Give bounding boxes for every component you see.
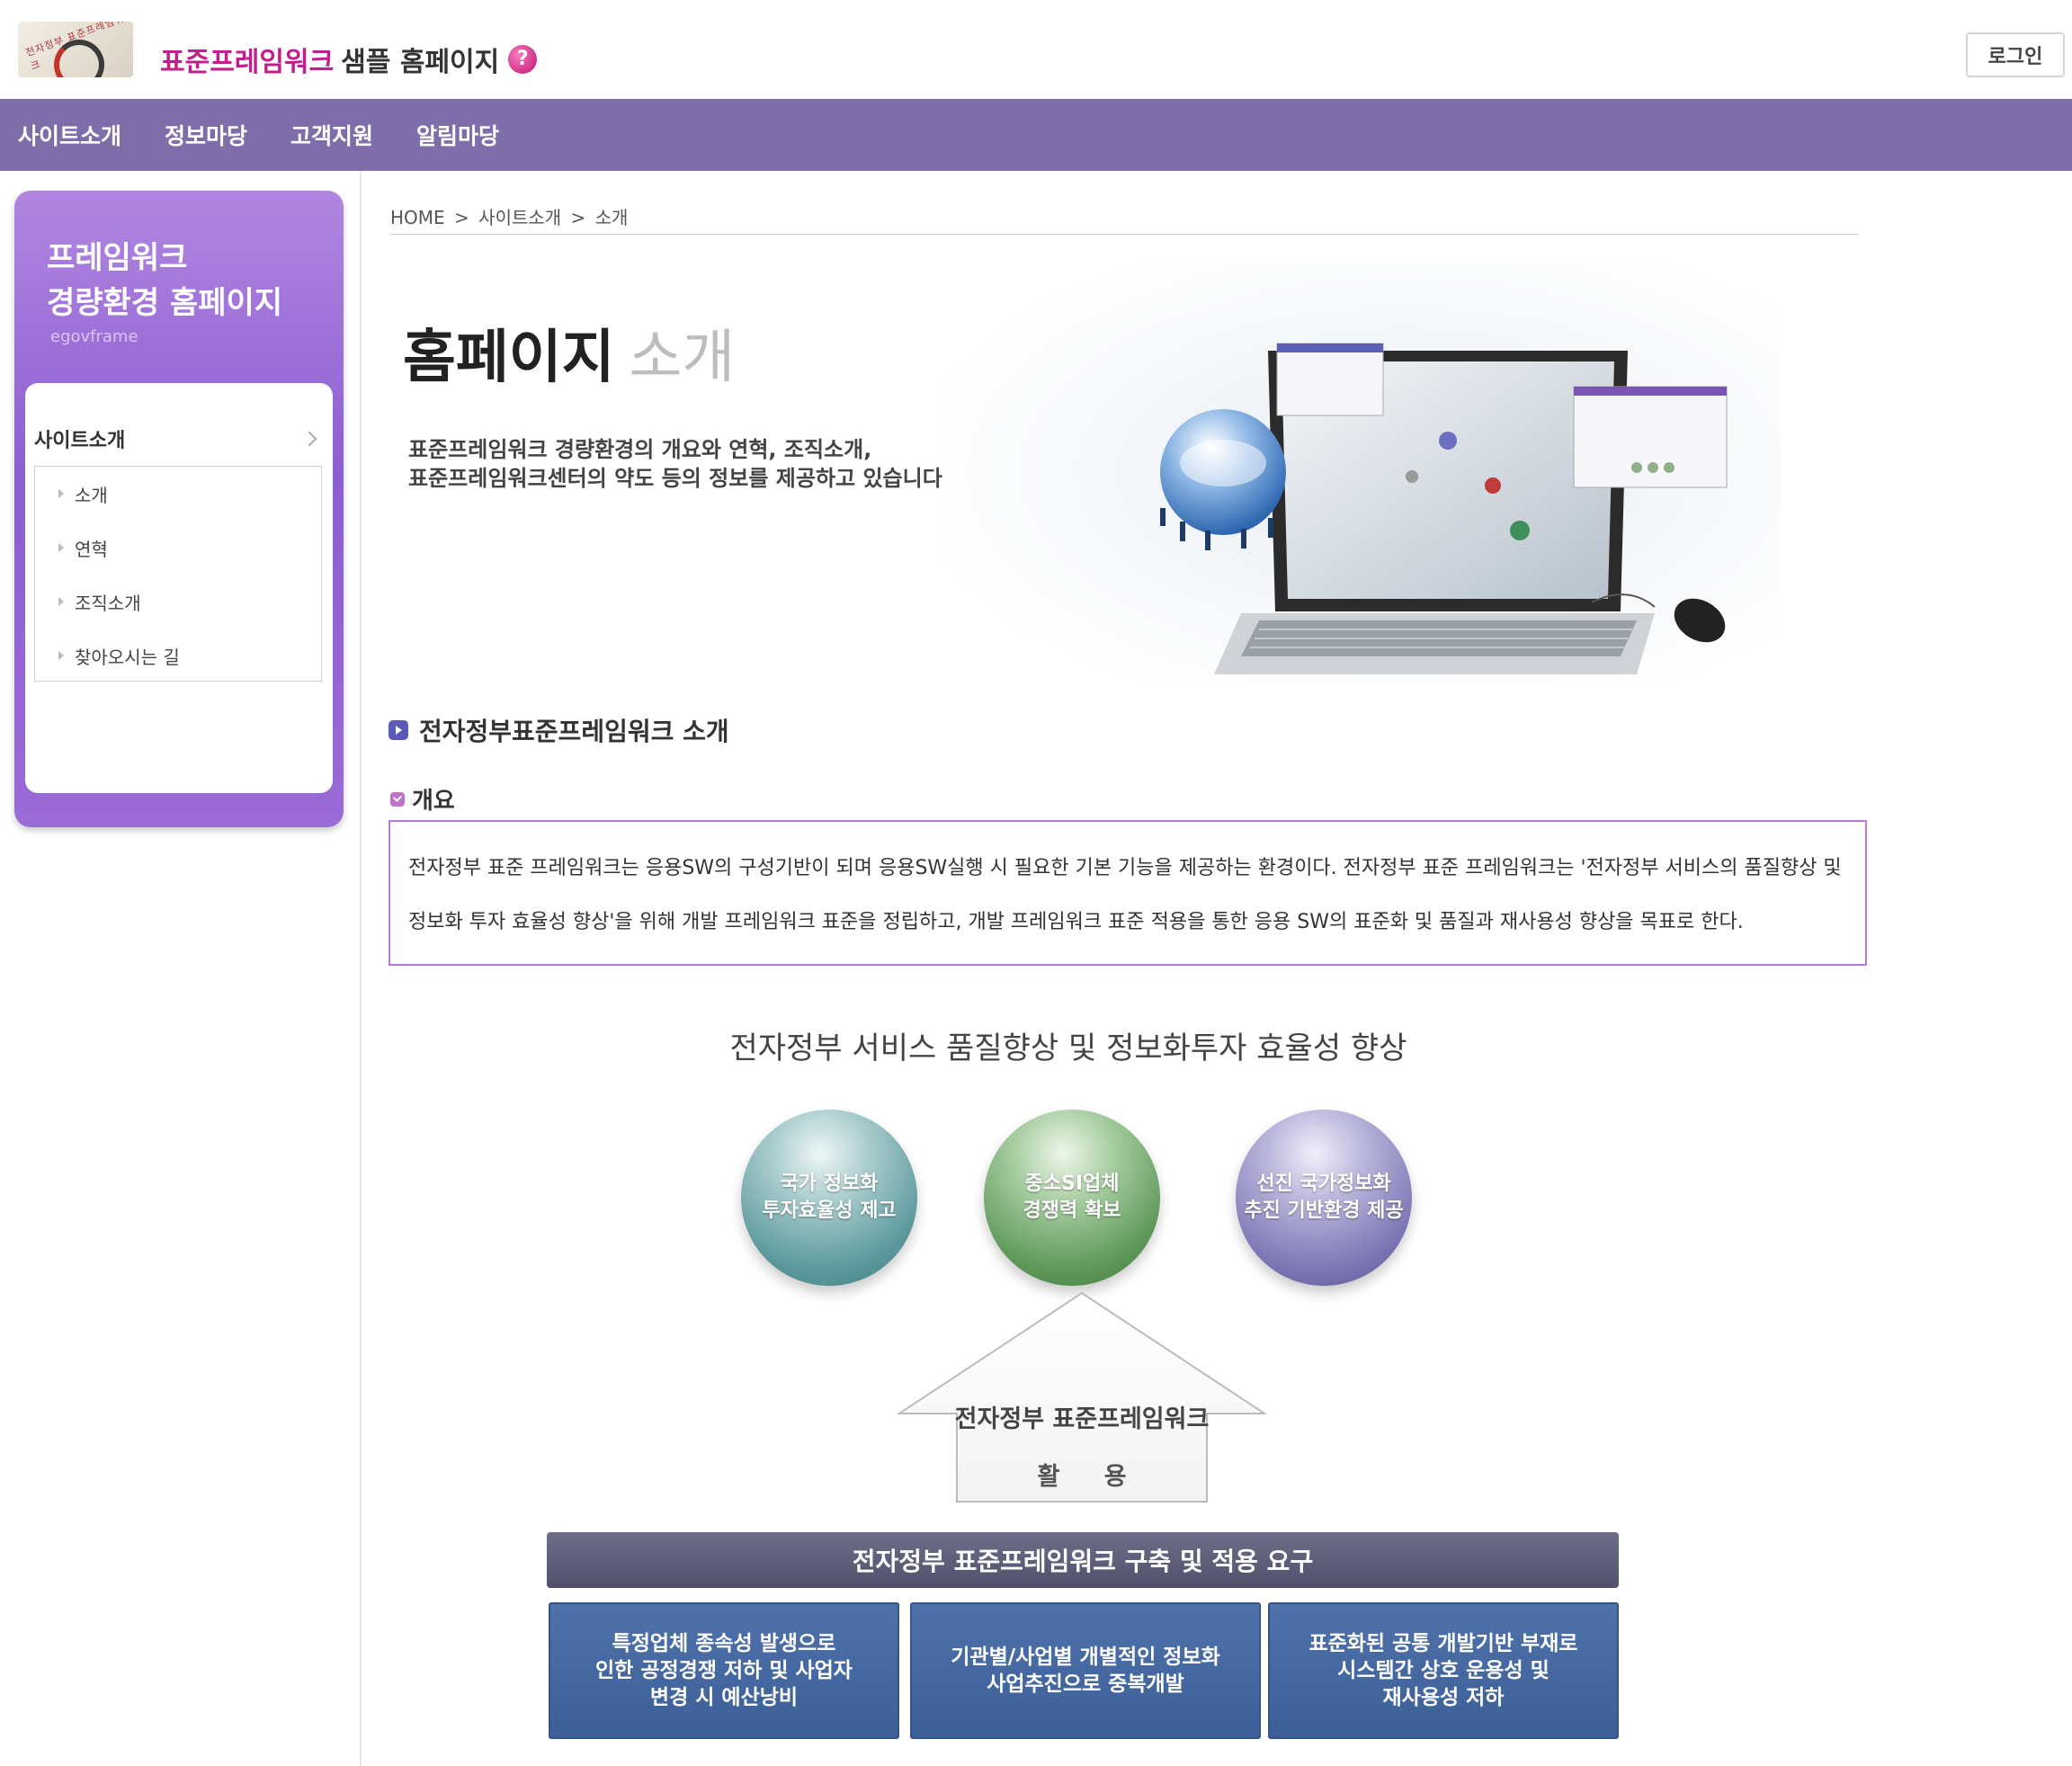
breadcrumb-home[interactable]: HOME xyxy=(390,207,445,228)
sidebar-menu-panel: 사이트소개 소개 연혁 조직소개 찾아오시는 길 xyxy=(25,383,333,793)
chevron-right-icon xyxy=(301,431,317,447)
bullet-icon xyxy=(58,597,64,606)
box-line: 시스템간 상호 운용성 및 xyxy=(1337,1659,1550,1682)
hero-laptop-illustration xyxy=(944,261,1781,683)
sphere-line: 선진 국가정보화 xyxy=(1256,1173,1391,1195)
nav-item-support[interactable]: 고객지원 xyxy=(290,119,373,151)
breadcrumb-current: 소개 xyxy=(594,207,629,228)
sidebar-item-intro[interactable]: 소개 xyxy=(35,467,321,521)
overview-title-text: 개요 xyxy=(412,788,455,815)
arrow-label-framework: 전자정부 표준프레임워크 xyxy=(954,1405,1210,1433)
sidebar-item-label: 조직소개 xyxy=(75,592,141,614)
sphere-line: 추진 기반환경 제공 xyxy=(1244,1200,1404,1222)
sidebar-item-label: 연혁 xyxy=(75,538,108,560)
nav-item-site-intro[interactable]: 사이트소개 xyxy=(18,119,121,151)
breadcrumb-separator: > xyxy=(570,207,586,228)
checkbox-icon xyxy=(390,791,405,807)
play-icon xyxy=(388,720,408,740)
sphere-line: 중소SI업체 xyxy=(1024,1173,1120,1195)
sidebar-submenu: 소개 연혁 조직소개 찾아오시는 길 xyxy=(34,466,322,682)
box-line: 기관별/사업별 개별적인 정보화 xyxy=(951,1646,1220,1669)
box-line: 변경 시 예산낭비 xyxy=(649,1686,799,1709)
bullet-icon xyxy=(58,489,64,498)
sidebar-item-organization[interactable]: 조직소개 xyxy=(35,575,321,629)
section-title-text: 전자정부표준프레임워크 소개 xyxy=(419,717,729,746)
problem-box-interoperability: 표준화된 공통 개발기반 부재로시스템간 상호 운용성 및재사용성 저하 xyxy=(1268,1602,1619,1739)
problem-box-vendor-lock: 특정업체 종속성 발생으로인한 공정경쟁 저하 및 사업자변경 시 예산낭비 xyxy=(549,1602,899,1739)
sidebar-item-label: 소개 xyxy=(75,484,108,506)
overview-text: 전자정부 표준 프레임워크는 응용SW의 구성기반이 되며 응용SW실행 시 필… xyxy=(408,857,1842,933)
sidebar-item-history[interactable]: 연혁 xyxy=(35,521,321,575)
sidebar-subtitle: egovframe xyxy=(50,327,138,346)
site-title-rest: 샘플 홈페이지 xyxy=(341,47,500,78)
page-title-light: 소개 xyxy=(629,325,736,391)
bullet-icon xyxy=(58,651,64,660)
header: 전자정부 표준프레임워크 표준프레임워크 샘플 홈페이지 ? 로그인 xyxy=(0,0,2072,99)
breadcrumb: HOME > 사이트소개 > 소개 xyxy=(390,203,631,229)
bullet-icon xyxy=(58,543,64,552)
sphere-line: 투자효율성 제고 xyxy=(762,1200,897,1222)
sidebar-item-directions[interactable]: 찾아오시는 길 xyxy=(35,629,321,682)
box-line: 특정업체 종속성 발생으로 xyxy=(612,1632,836,1655)
overview-title: 개요 xyxy=(390,782,455,816)
sphere-line: 경쟁력 확보 xyxy=(1023,1200,1121,1222)
sidebar: 프레임워크 경량환경 홈페이지 egovframe 사이트소개 소개 연혁 조직… xyxy=(14,191,344,827)
sphere-competitiveness: 중소SI업체경쟁력 확보 xyxy=(984,1110,1160,1286)
nav-item-notice[interactable]: 알림마당 xyxy=(416,119,499,151)
site-title[interactable]: 표준프레임워크 샘플 홈페이지 ? xyxy=(160,40,538,79)
help-icon[interactable]: ? xyxy=(508,45,538,74)
content-divider xyxy=(360,171,362,1766)
site-title-accent: 표준프레임워크 xyxy=(160,47,335,78)
sphere-investment: 국가 정보화투자효율성 제고 xyxy=(741,1110,917,1286)
page-title: 홈페이지 소개 xyxy=(403,311,735,394)
sphere-line: 국가 정보화 xyxy=(780,1173,879,1195)
sidebar-section-label: 사이트소개 xyxy=(34,430,126,452)
page-description-line1: 표준프레임워크 경량환경의 개요와 연혁, 조직소개, xyxy=(408,437,872,462)
requirement-bar: 전자정부 표준프레임워크 구축 및 적용 요구 xyxy=(547,1532,1619,1588)
box-line: 표준화된 공통 개발기반 부재로 xyxy=(1308,1632,1578,1655)
sidebar-item-label: 찾아오시는 길 xyxy=(75,646,180,668)
sidebar-title-line2: 경량환경 홈페이지 xyxy=(47,285,283,321)
sphere-infrastructure: 선진 국가정보화추진 기반환경 제공 xyxy=(1236,1110,1412,1286)
sidebar-title-line1: 프레임워크 xyxy=(47,240,188,276)
page-description: 표준프레임워크 경량환경의 개요와 연혁, 조직소개, 표준프레임워크센터의 약… xyxy=(408,435,951,493)
sidebar-section-header[interactable]: 사이트소개 xyxy=(34,419,322,459)
problem-box-duplicate-dev: 기관별/사업별 개별적인 정보화사업추진으로 중복개발 xyxy=(910,1602,1261,1739)
nav-item-info[interactable]: 정보마당 xyxy=(165,119,247,151)
box-line: 사업추진으로 중복개발 xyxy=(987,1672,1184,1696)
box-line: 재사용성 저하 xyxy=(1382,1686,1505,1709)
diagram-title: 전자정부 서비스 품질향상 및 정보화투자 효율성 향상 xyxy=(729,1030,1407,1066)
arrow-label-usage: 활 용 xyxy=(1037,1463,1145,1491)
breadcrumb-separator: > xyxy=(454,207,469,228)
main-nav: 사이트소개 정보마당 고객지원 알림마당 xyxy=(0,99,2072,171)
page-description-line2: 표준프레임워크센터의 약도 등의 정보를 제공하고 있습니다. xyxy=(408,466,951,491)
login-button[interactable]: 로그인 xyxy=(1966,32,2065,77)
breadcrumb-divider xyxy=(390,234,1858,235)
section-title: 전자정부표준프레임워크 소개 xyxy=(388,712,729,748)
page-title-strong: 홈페이지 xyxy=(403,325,615,391)
sidebar-title: 프레임워크 경량환경 홈페이지 xyxy=(47,236,335,326)
breadcrumb-site-intro[interactable]: 사이트소개 xyxy=(478,207,561,228)
overview-box: 전자정부 표준 프레임워크는 응용SW의 구성기반이 되며 응용SW실행 시 필… xyxy=(388,820,1867,966)
site-logo[interactable]: 전자정부 표준프레임워크 xyxy=(18,22,133,77)
box-line: 인한 공정경쟁 저하 및 사업자 xyxy=(595,1659,853,1682)
